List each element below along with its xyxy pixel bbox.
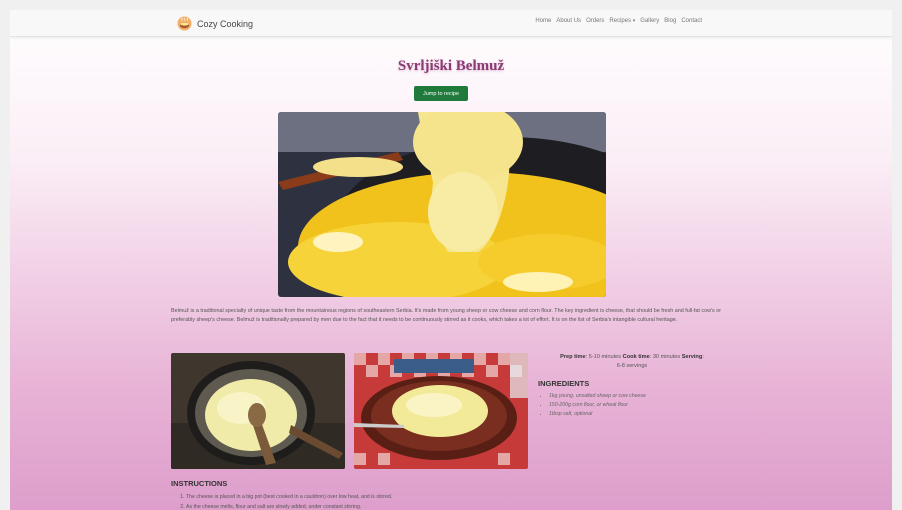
jump-to-recipe-button[interactable]: Jump to recipe: [414, 86, 468, 101]
belmuz-pot-image: [171, 353, 345, 469]
belmuz-plate-image: [354, 353, 528, 469]
ingredients-title: INGREDIENTS: [538, 379, 590, 388]
recipe-meta: Prep time: 5-10 minutes Cook time: 30 mi…: [560, 354, 704, 369]
instructions-list: The cheese is placed in a big pot (best …: [186, 492, 392, 510]
nav-link-gallery[interactable]: Gallery: [640, 18, 659, 24]
serving-value: 6-8 servings: [616, 363, 648, 369]
serving-label: Serving: [681, 354, 703, 360]
recipe-intro: Belmuž is a traditional specialty of uni…: [171, 308, 722, 323]
navbar: Cozy Cooking Home About Us Orders Recipe…: [10, 10, 892, 37]
caret-down-icon: ▾: [632, 18, 636, 24]
nav-link-home[interactable]: Home: [535, 18, 551, 24]
prep-time-value: 5-10 minutes: [588, 354, 622, 360]
cook-time-label: Cook time: [622, 354, 650, 360]
cooking-pot-logo-icon: [177, 16, 192, 31]
hero-belmuz-image: [278, 112, 606, 297]
brand-name: Cozy Cooking: [197, 18, 254, 29]
page: Cozy Cooking Home About Us Orders Recipe…: [10, 10, 892, 510]
instruction-step: The cheese is placed in a big pot (best …: [186, 492, 392, 502]
nav-link-recipes[interactable]: Recipes ▾: [609, 18, 635, 24]
cook-time-value: 30 minutes: [652, 354, 681, 360]
recipe-title: Svrljiški Belmuž: [397, 58, 505, 74]
nav-recipes-label: Recipes: [609, 18, 632, 24]
nav-link-orders[interactable]: Orders: [586, 18, 604, 24]
ingredient-item: 1kg young, unsalted sheep or cow cheese: [549, 392, 646, 401]
nav-link-about-us[interactable]: About Us: [556, 18, 581, 24]
nav-link-contact[interactable]: Contact: [681, 18, 702, 24]
nav-links: Home About Us Orders Recipes ▾ Gallery B…: [535, 18, 702, 24]
ingredient-item: 150-200g corn flour, or wheat flour: [549, 401, 646, 410]
instructions-title: INSTRUCTIONS: [171, 479, 228, 488]
prep-time-label: Prep time: [560, 354, 586, 360]
nav-link-blog[interactable]: Blog: [664, 18, 676, 24]
brand-link[interactable]: Cozy Cooking: [177, 15, 253, 32]
instruction-step: As the cheese melts, flour and salt are …: [186, 502, 392, 510]
ingredient-item: 1tbsp salt, optional: [549, 410, 646, 419]
ingredients-list: 1kg young, unsalted sheep or cow cheese …: [549, 392, 646, 419]
